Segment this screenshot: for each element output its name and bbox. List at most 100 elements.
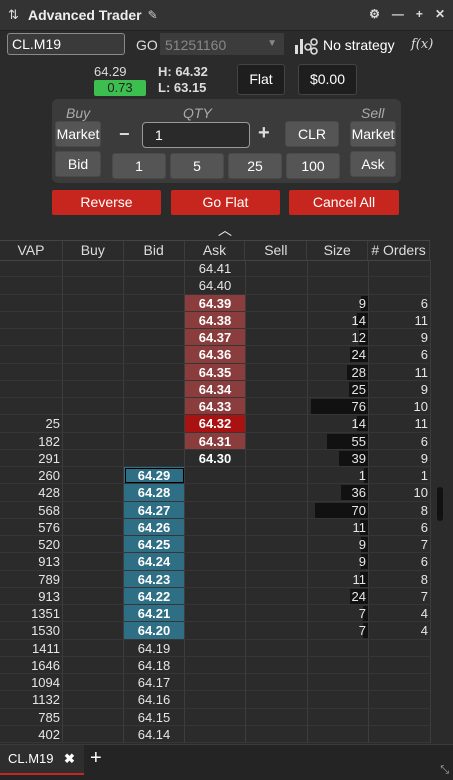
qty-input[interactable] <box>142 122 250 148</box>
qty-minus-button[interactable]: − <box>119 124 130 145</box>
function-fx-icon[interactable]: f(x) <box>411 37 433 52</box>
bid-cell[interactable] <box>124 449 185 467</box>
sell-cell[interactable] <box>246 277 308 295</box>
col-vap[interactable]: VAP <box>0 241 63 260</box>
ask-cell[interactable]: 64.36 <box>185 346 246 364</box>
close-icon[interactable]: ✕ <box>435 7 445 21</box>
sell-cell[interactable] <box>246 415 308 433</box>
buy-cell[interactable] <box>63 674 124 692</box>
bid-cell[interactable]: 64.14 <box>124 725 185 743</box>
qty-preset-button[interactable]: 1 <box>112 153 166 179</box>
ask-cell[interactable] <box>185 501 246 519</box>
swap-arrows-icon[interactable]: ⇅ <box>8 7 24 23</box>
bid-cell[interactable]: 64.29 <box>124 467 185 485</box>
buy-cell[interactable] <box>63 329 124 347</box>
buy-cell[interactable] <box>63 587 124 605</box>
ask-cell[interactable] <box>185 536 246 554</box>
bid-cell[interactable] <box>124 329 185 347</box>
account-select[interactable]: 51251160 ▼ <box>160 33 284 55</box>
buy-cell[interactable] <box>63 605 124 623</box>
buy-cell[interactable] <box>63 449 124 467</box>
reverse-button[interactable]: Reverse <box>52 190 161 215</box>
buy-cell[interactable] <box>63 346 124 364</box>
bid-cell[interactable]: 64.26 <box>124 518 185 536</box>
sell-ask-button[interactable]: Ask <box>350 151 396 177</box>
sell-cell[interactable] <box>246 587 308 605</box>
bid-cell[interactable]: 64.25 <box>124 536 185 554</box>
buy-cell[interactable] <box>63 311 124 329</box>
ask-cell[interactable] <box>185 639 246 657</box>
ask-cell[interactable]: 64.35 <box>185 363 246 381</box>
sell-cell[interactable] <box>246 501 308 519</box>
go-flat-button[interactable]: Go Flat <box>171 190 280 215</box>
bid-cell[interactable] <box>124 432 185 450</box>
sell-cell[interactable] <box>246 639 308 657</box>
ask-cell[interactable]: 64.30 <box>185 449 246 467</box>
bid-cell[interactable]: 64.28 <box>124 484 185 502</box>
ask-cell[interactable]: 64.40 <box>185 277 246 295</box>
bid-cell[interactable]: 64.16 <box>124 691 185 709</box>
minimize-icon[interactable]: — <box>392 7 404 21</box>
col-sell[interactable]: Sell <box>245 241 308 260</box>
col-bid[interactable]: Bid <box>124 241 185 260</box>
buy-cell[interactable] <box>63 398 124 416</box>
buy-bid-button[interactable]: Bid <box>55 151 101 177</box>
ask-cell[interactable] <box>185 674 246 692</box>
pnl-button[interactable]: $0.00 <box>298 64 357 95</box>
resize-handle-icon[interactable]: ⤡ <box>440 764 449 777</box>
col-orders[interactable]: # Orders <box>368 241 431 260</box>
cancel-all-button[interactable]: Cancel All <box>289 190 399 215</box>
symbol-input[interactable] <box>7 33 125 55</box>
add-tab-button[interactable]: + <box>90 747 102 770</box>
ask-cell[interactable]: 64.38 <box>185 311 246 329</box>
ask-cell[interactable] <box>185 570 246 588</box>
bid-cell[interactable] <box>124 363 185 381</box>
sell-cell[interactable] <box>246 518 308 536</box>
qty-preset-button[interactable]: 100 <box>286 153 340 179</box>
sell-cell[interactable] <box>246 708 308 726</box>
ask-cell[interactable] <box>185 725 246 743</box>
bid-cell[interactable] <box>124 311 185 329</box>
tab-symbol[interactable]: CL.M19 ✖ <box>0 745 84 775</box>
sell-cell[interactable] <box>246 484 308 502</box>
sell-market-button[interactable]: Market <box>350 121 396 147</box>
strategy-icon[interactable] <box>294 35 318 55</box>
buy-cell[interactable] <box>63 260 124 278</box>
go-button[interactable]: GO <box>136 37 158 53</box>
bid-cell[interactable] <box>124 260 185 278</box>
sell-cell[interactable] <box>246 674 308 692</box>
buy-cell[interactable] <box>63 415 124 433</box>
qty-preset-button[interactable]: 5 <box>170 153 224 179</box>
col-buy[interactable]: Buy <box>63 241 124 260</box>
buy-cell[interactable] <box>63 656 124 674</box>
bid-cell[interactable]: 64.27 <box>124 501 185 519</box>
ask-cell[interactable] <box>185 708 246 726</box>
ask-cell[interactable]: 64.37 <box>185 329 246 347</box>
ask-cell[interactable]: 64.31 <box>185 432 246 450</box>
bid-cell[interactable]: 64.22 <box>124 587 185 605</box>
sell-cell[interactable] <box>246 622 308 640</box>
settings-gear-icon[interactable]: ⚙ <box>369 7 380 21</box>
maximize-plus-icon[interactable]: + <box>416 7 423 21</box>
buy-cell[interactable] <box>63 570 124 588</box>
buy-cell[interactable] <box>63 380 124 398</box>
sell-cell[interactable] <box>246 553 308 571</box>
buy-cell[interactable] <box>63 501 124 519</box>
sell-cell[interactable] <box>246 725 308 743</box>
sell-cell[interactable] <box>246 656 308 674</box>
ask-cell[interactable] <box>185 605 246 623</box>
bid-cell[interactable]: 64.19 <box>124 639 185 657</box>
bid-cell[interactable] <box>124 277 185 295</box>
tab-close-icon[interactable]: ✖ <box>64 751 75 767</box>
sell-cell[interactable] <box>246 570 308 588</box>
buy-cell[interactable] <box>63 518 124 536</box>
bid-cell[interactable]: 64.20 <box>124 622 185 640</box>
sell-cell[interactable] <box>246 363 308 381</box>
bid-cell[interactable]: 64.17 <box>124 674 185 692</box>
bid-cell[interactable]: 64.18 <box>124 656 185 674</box>
ladder-scrollbar[interactable] <box>437 487 443 521</box>
sell-cell[interactable] <box>246 260 308 278</box>
ask-cell[interactable] <box>185 553 246 571</box>
col-ask[interactable]: Ask <box>185 241 246 260</box>
ask-cell[interactable] <box>185 622 246 640</box>
